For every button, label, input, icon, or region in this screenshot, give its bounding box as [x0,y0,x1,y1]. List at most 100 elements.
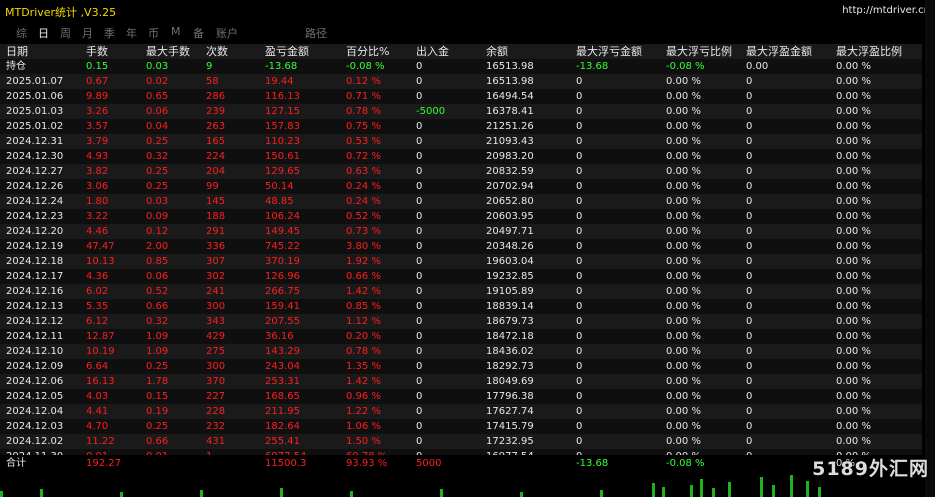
cell-0: 2024.12.30 [6,151,64,162]
chart-bar [690,485,693,497]
cell-8: 0 [576,181,583,192]
cell-4: 149.45 [265,226,300,237]
cell-7: 19603.04 [486,256,534,267]
cell-0: 2024.12.05 [6,391,64,402]
cell-11: 0.00 % [836,391,871,402]
cell-8: 0 [576,136,583,147]
cell-11: 0.00 % [836,376,871,387]
cell-11: 0.00 % [836,346,871,357]
cell-2: 0.25 [146,166,169,177]
tab-2[interactable]: 周 [60,25,71,41]
cell-10: 0 [746,106,753,117]
chart-bar [760,477,763,497]
chart-strip [0,471,935,497]
cell-8: 0 [576,151,583,162]
cell-5: 0.63 % [346,166,381,177]
cell-7: 余额 [486,45,508,58]
cell-6: 0 [416,166,423,177]
cell-4: 255.41 [265,436,300,447]
cell-3: 204 [206,166,226,177]
table-row: 持仓 0.15 0.03 9 -13.68 -0.08 % 0 16513.98 -13.68 -… [0,59,922,74]
cell-8: 0 [576,91,583,102]
cell-2: 0.09 [146,211,169,222]
table-row: 2024.12.13 5.35 0.66 300 159.41 0.85 % 0 18839.… [0,299,922,314]
cell-5: 百分比% [346,45,390,58]
table-row: 2025.01.06 9.89 0.65 286 116.13 0.71 % 0 16494.… [0,89,922,104]
tab-7[interactable]: M [171,25,181,38]
cell-7: 18049.69 [486,376,534,387]
chart-bar [818,487,821,497]
cell-0: 2025.01.07 [6,76,64,87]
cell-6: 0 [416,76,423,87]
tab-4[interactable]: 季 [104,25,115,41]
cell-5: 0.24 % [346,181,381,192]
total-max-float-loss-pct: -0.08 % [666,458,705,469]
cell-6: 0 [416,241,423,252]
tab-8[interactable]: 备 [193,25,204,41]
tab-3[interactable]: 月 [82,25,93,41]
cell-6: 0 [416,286,423,297]
cell-6: 0 [416,136,423,147]
table-header: 日期 手数 最大手数 次数 盈亏金额 百分比% 出入金 余额 最大浮亏金额 最大浮亏比例 最大浮盈金… [0,44,922,59]
cell-9: 0.00 % [666,166,701,177]
cell-2: 1.09 [146,346,169,357]
cell-2: 1.09 [146,331,169,342]
total-flow: 5000 [416,458,442,469]
chart-bar [790,475,793,497]
vertical-scrollbar[interactable] [925,0,935,497]
cell-11: 0.00 % [836,286,871,297]
cell-10: 0 [746,316,753,327]
table-row: 2024.12.31 3.79 0.25 165 110.23 0.53 % 0 21093.… [0,134,922,149]
cell-11: 0.00 % [836,226,871,237]
cell-7: 16513.98 [486,76,534,87]
tab-0[interactable]: 综 [16,25,27,41]
cell-5: 0.85 % [346,301,381,312]
cell-4: 106.24 [265,211,300,222]
total-lots: 192.27 [86,458,121,469]
cell-11: 0.00 % [836,151,871,162]
cell-11: 0.00 % [836,211,871,222]
cell-9: 0.00 % [666,316,701,327]
cell-6: 0 [416,391,423,402]
tab-10[interactable]: 路径 [305,25,327,41]
cell-1: 3.79 [86,136,109,147]
cell-4: 129.65 [265,166,300,177]
cell-1: 4.36 [86,271,109,282]
website-link[interactable]: http://mtdriver.cn [842,5,930,16]
cell-0: 持仓 [6,61,26,72]
cell-2: 0.02 [146,76,169,87]
cell-5: 0.96 % [346,391,381,402]
cell-11: 0.00 % [836,76,871,87]
cell-11: 0.00 % [836,106,871,117]
tab-9[interactable]: 账户 [216,25,238,41]
cell-6: 0 [416,226,423,237]
cell-5: 0.12 % [346,76,381,87]
cell-3: 343 [206,316,226,327]
tab-5[interactable]: 年 [126,25,137,41]
cell-2: 0.03 [146,61,169,72]
cell-4: 盈亏金额 [265,45,309,58]
cell-3: 370 [206,376,226,387]
table-row: 2024.12.11 12.87 1.09 429 36.16 0.20 % 0 18472.… [0,329,922,344]
cell-0: 2024.12.19 [6,241,64,252]
cell-5: 0.20 % [346,331,381,342]
cell-5: 0.53 % [346,136,381,147]
cell-10: 0 [746,271,753,282]
cell-2: 0.66 [146,436,169,447]
cell-9: 0.00 % [666,436,701,447]
tab-1[interactable]: 日 [38,25,49,41]
cell-1: 10.13 [86,256,115,267]
tab-6[interactable]: 币 [148,25,159,41]
cell-5: 0.78 % [346,106,381,117]
table-row: 2024.12.23 3.22 0.09 188 106.24 0.52 % 0 20603.… [0,209,922,224]
cell-9: 0.00 % [666,121,701,132]
chart-bar [712,488,715,497]
cell-6: 0 [416,436,423,447]
cell-1: 4.93 [86,151,109,162]
cell-2: 0.25 [146,361,169,372]
cell-10: 0 [746,241,753,252]
cell-5: 0.72 % [346,151,381,162]
table-row: 2024.12.18 10.13 0.85 307 370.19 1.92 % 0 19603… [0,254,922,269]
cell-0: 2024.12.23 [6,211,64,222]
cell-7: 20348.26 [486,241,534,252]
